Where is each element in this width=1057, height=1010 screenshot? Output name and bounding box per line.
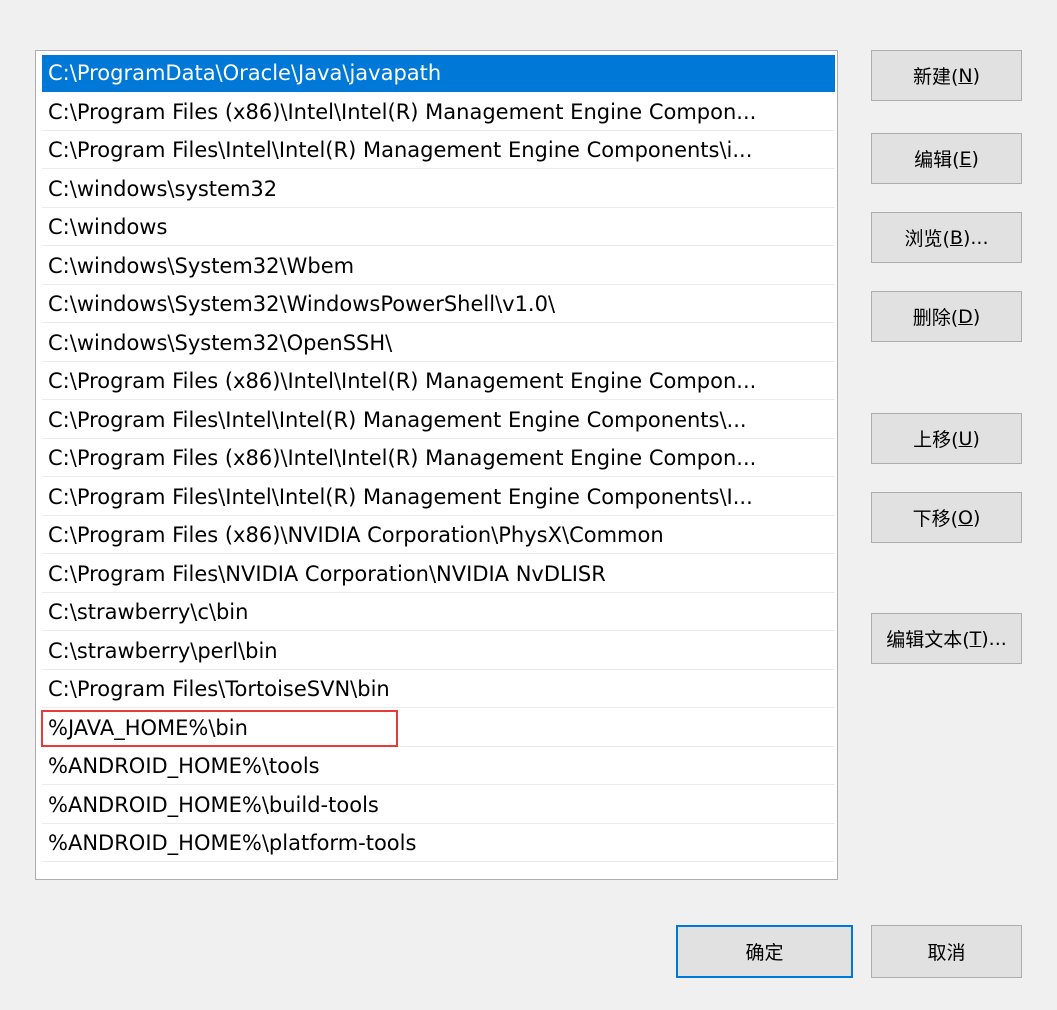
move-up-button-suffix: ) bbox=[972, 427, 980, 450]
new-button-suffix: ) bbox=[972, 64, 981, 87]
move-up-button-accelerator: U bbox=[958, 427, 973, 450]
path-list-item[interactable]: %ANDROID_HOME%\platform-tools bbox=[42, 825, 835, 862]
path-list-item[interactable]: C:\windows bbox=[42, 209, 835, 246]
path-list-item[interactable]: C:\windows\System32\Wbem bbox=[42, 248, 835, 285]
edit-text-button-accelerator: T bbox=[969, 627, 982, 650]
move-down-button-label: 下移( bbox=[912, 508, 959, 530]
delete-button-label: 删除( bbox=[912, 307, 959, 329]
path-list-item[interactable]: C:\Program Files (x86)\NVIDIA Corporatio… bbox=[42, 517, 835, 554]
path-list-item[interactable]: C:\strawberry\perl\bin bbox=[42, 633, 835, 670]
path-list-item[interactable]: C:\Program Files (x86)\Intel\Intel(R) Ma… bbox=[42, 363, 835, 400]
path-list-item[interactable]: C:\Program Files\Intel\Intel(R) Manageme… bbox=[42, 132, 835, 169]
delete-button-accelerator: D bbox=[958, 305, 973, 328]
path-list-item[interactable]: C:\windows\System32\OpenSSH\ bbox=[42, 325, 835, 362]
path-list-item[interactable]: C:\strawberry\c\bin bbox=[42, 594, 835, 631]
delete-button[interactable]: 删除(D) bbox=[871, 291, 1022, 342]
edit-text-button[interactable]: 编辑文本(T)... bbox=[871, 613, 1022, 664]
ok-button-label: 确定 bbox=[745, 942, 784, 964]
path-list-item[interactable]: C:\windows\System32\WindowsPowerShell\v1… bbox=[42, 286, 835, 323]
edit-button-accelerator: E bbox=[959, 147, 972, 170]
path-list-item[interactable]: C:\Program Files\TortoiseSVN\bin bbox=[42, 671, 835, 708]
browse-button[interactable]: 浏览(B)... bbox=[871, 212, 1022, 263]
path-list-item[interactable]: C:\Program Files\NVIDIA Corporation\NVID… bbox=[42, 556, 835, 593]
path-list-item[interactable]: C:\Program Files\Intel\Intel(R) Manageme… bbox=[42, 479, 835, 516]
path-list-item[interactable]: %ANDROID_HOME%\tools bbox=[42, 748, 835, 785]
path-list-item[interactable]: C:\Program Files (x86)\Intel\Intel(R) Ma… bbox=[42, 440, 835, 477]
edit-button[interactable]: 编辑(E) bbox=[871, 133, 1022, 184]
new-button[interactable]: 新建(N) bbox=[871, 50, 1022, 101]
path-list-item[interactable]: C:\Program Files\Intel\Intel(R) Manageme… bbox=[42, 402, 835, 439]
edit-text-button-suffix: )... bbox=[981, 627, 1007, 650]
path-list-item[interactable]: %ANDROID_HOME%\build-tools bbox=[42, 787, 835, 824]
browse-button-suffix: )... bbox=[962, 226, 989, 249]
ok-button[interactable]: 确定 bbox=[676, 925, 853, 978]
browse-button-accelerator: B bbox=[949, 226, 963, 249]
cancel-button[interactable]: 取消 bbox=[871, 925, 1022, 978]
path-list-item[interactable]: C:\windows\system32 bbox=[42, 171, 835, 208]
path-list-item[interactable]: C:\Program Files (x86)\Intel\Intel(R) Ma… bbox=[42, 94, 835, 131]
cancel-button-label: 取消 bbox=[927, 942, 966, 964]
delete-button-suffix: ) bbox=[972, 305, 981, 328]
browse-button-label: 浏览( bbox=[904, 228, 950, 250]
path-list-item[interactable]: %JAVA_HOME%\bin bbox=[42, 710, 835, 747]
move-down-button-accelerator: O bbox=[958, 506, 973, 529]
move-down-button-suffix: ) bbox=[972, 506, 981, 529]
move-up-button-label: 上移( bbox=[913, 429, 959, 451]
move-down-button[interactable]: 下移(O) bbox=[871, 492, 1022, 543]
path-list[interactable]: C:\ProgramData\Oracle\Java\javapath C:\Pr… bbox=[35, 50, 838, 880]
new-button-accelerator: N bbox=[958, 64, 973, 87]
edit-text-button-label: 编辑文本( bbox=[886, 629, 970, 651]
path-list-item[interactable]: C:\ProgramData\Oracle\Java\javapath bbox=[42, 55, 835, 92]
new-button-label: 新建( bbox=[912, 66, 959, 88]
move-up-button[interactable]: 上移(U) bbox=[871, 413, 1022, 464]
edit-button-suffix: ) bbox=[971, 147, 979, 170]
edit-button-label: 编辑( bbox=[914, 149, 960, 171]
